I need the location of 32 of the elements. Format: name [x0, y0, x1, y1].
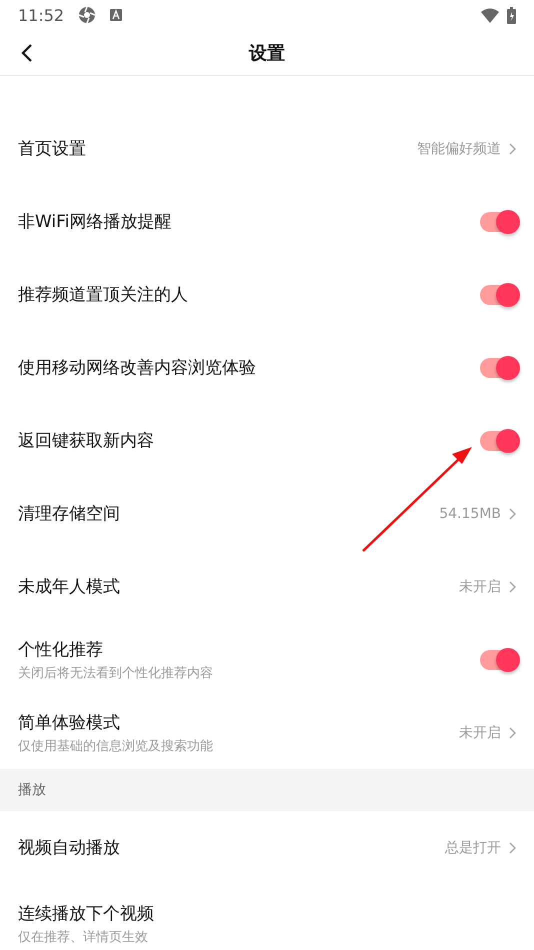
back-icon	[21, 43, 33, 63]
setting-label[interactable]: 简单体验模式	[18, 710, 213, 734]
chevron-icon	[509, 508, 516, 520]
setting-label[interactable]: 清理存储空间	[18, 502, 120, 525]
setting-label[interactable]: 返回键获取新内容	[18, 429, 154, 452]
aperture-icon	[78, 6, 96, 24]
setting-label[interactable]: 使用移动网络改善内容浏览体验	[18, 356, 256, 379]
page-title: 设置	[249, 42, 285, 64]
setting-label[interactable]: 非WiFi网络播放提醒	[18, 210, 172, 233]
setting-value: 54.15MB	[439, 506, 501, 522]
setting-label[interactable]: 推荐频道置顶关注的人	[18, 283, 188, 306]
setting-label[interactable]: 首页设置	[18, 137, 86, 160]
chevron-icon	[509, 142, 516, 154]
chevron-icon	[509, 726, 516, 738]
setting-description: 仅在推荐、详情页生效	[18, 929, 149, 946]
setting-value: 未开启	[459, 578, 501, 596]
setting-label[interactable]: 未成年人模式	[18, 575, 120, 598]
setting-description: 关闭后将无法看到个性化推荐内容	[18, 664, 213, 682]
battery-icon	[507, 6, 516, 24]
chevron-icon	[509, 580, 516, 592]
setting-description: 仅使用基础的信息浏览及搜索功能	[18, 738, 213, 754]
chevron-icon	[509, 842, 516, 854]
setting-value: 未开启	[459, 724, 501, 742]
setting-value: 智能偏好频道	[417, 140, 501, 158]
section-header: 播放	[18, 781, 46, 799]
setting-label[interactable]: 视频自动播放	[18, 836, 120, 859]
setting-label[interactable]: 个性化推荐	[18, 638, 213, 660]
setting-label[interactable]: 连续播放下个视频	[18, 902, 154, 925]
setting-value: 总是打开	[445, 838, 501, 856]
keyboard-icon	[110, 9, 122, 21]
status-time: 11:52	[18, 6, 64, 24]
wifi-icon	[481, 8, 499, 22]
